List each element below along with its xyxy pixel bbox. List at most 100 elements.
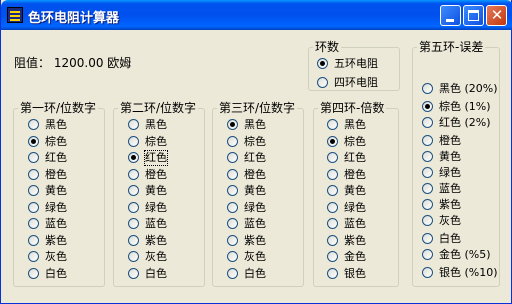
option-label: 棕色 xyxy=(145,135,167,148)
radio-button-icon[interactable] xyxy=(227,119,238,130)
option-label: 黄色 xyxy=(45,184,67,197)
radio-button-icon[interactable] xyxy=(327,169,338,180)
option-label: 黑色 xyxy=(145,118,167,131)
radio-button-icon[interactable] xyxy=(327,235,338,246)
option-label: 灰色 xyxy=(439,214,461,227)
radio-button-icon[interactable] xyxy=(28,251,39,262)
radio-button-icon[interactable] xyxy=(128,202,139,213)
close-button[interactable]: ✕ xyxy=(486,5,507,26)
radio-button-icon[interactable] xyxy=(422,199,433,210)
app-window: 色环电阻计算器 ✕ 阻值： 1200.00 欧姆 环数 第一环/位数字 第二环/… xyxy=(0,0,512,304)
radio-button-icon[interactable] xyxy=(28,136,39,147)
option-label: 橙色 xyxy=(439,134,461,147)
option-label: 橙色 xyxy=(344,168,366,181)
radio-button-icon[interactable] xyxy=(128,185,139,196)
option-label: 棕色 xyxy=(244,135,266,148)
option-label: 白色 xyxy=(244,267,266,280)
resistance-label: 阻值： xyxy=(14,56,51,70)
option-label: 黑色 (20%) xyxy=(439,82,498,95)
option-label: 橙色 xyxy=(244,168,266,181)
option-label: 蓝色 xyxy=(439,182,461,195)
radio-button-icon[interactable] xyxy=(327,202,338,213)
radio-button-icon[interactable] xyxy=(128,136,139,147)
radio-button-icon[interactable] xyxy=(422,167,433,178)
radio-button-icon[interactable] xyxy=(128,251,139,262)
radio-button-icon[interactable] xyxy=(28,119,39,130)
radio-button-icon[interactable] xyxy=(422,135,433,146)
radio-button-icon[interactable] xyxy=(422,101,433,112)
radio-button-icon[interactable] xyxy=(327,185,338,196)
option-label: 黄色 xyxy=(244,184,266,197)
window-title: 色环电阻计算器 xyxy=(28,11,120,26)
option-label: 黄色 xyxy=(145,184,167,197)
radio-button-icon[interactable] xyxy=(128,152,139,163)
band5-legend: 第五环-误差 xyxy=(419,40,484,54)
maximize-button[interactable] xyxy=(463,5,484,26)
radio-button-icon[interactable] xyxy=(28,218,39,229)
radio-button-icon[interactable] xyxy=(422,249,433,260)
option-label: 紫色 xyxy=(244,234,266,247)
radio-button-icon[interactable] xyxy=(227,169,238,180)
radio-button-icon[interactable] xyxy=(317,58,328,69)
radio-button-icon[interactable] xyxy=(28,202,39,213)
radio-button-icon[interactable] xyxy=(28,152,39,163)
option-label: 白色 xyxy=(145,267,167,280)
radio-button-icon[interactable] xyxy=(327,152,338,163)
band3-legend: 第三环/位数字 xyxy=(219,101,296,115)
radio-button-icon[interactable] xyxy=(422,215,433,226)
minimize-button[interactable] xyxy=(440,5,461,26)
radio-button-icon[interactable] xyxy=(28,268,39,279)
radio-button-icon[interactable] xyxy=(128,268,139,279)
radio-button-icon[interactable] xyxy=(28,169,39,180)
radio-button-icon[interactable] xyxy=(317,77,328,88)
option-label: 蓝色 xyxy=(145,217,167,230)
radio-button-icon[interactable] xyxy=(227,185,238,196)
radio-button-icon[interactable] xyxy=(422,117,433,128)
radio-button-icon[interactable] xyxy=(327,136,338,147)
option-label: 棕色 xyxy=(344,135,366,148)
radio-button-icon[interactable] xyxy=(28,235,39,246)
resistance-unit: 欧姆 xyxy=(107,56,132,70)
option-label: 金色 xyxy=(344,250,366,263)
close-icon: ✕ xyxy=(490,6,504,24)
option-label: 黑色 xyxy=(45,118,67,131)
radio-button-icon[interactable] xyxy=(327,268,338,279)
radio-button-icon[interactable] xyxy=(422,233,433,244)
radio-button-icon[interactable] xyxy=(327,251,338,262)
radio-button-icon[interactable] xyxy=(128,218,139,229)
radio-button-icon[interactable] xyxy=(227,251,238,262)
radio-button-icon[interactable] xyxy=(422,151,433,162)
radio-button-icon[interactable] xyxy=(128,169,139,180)
option-label: 黑色 xyxy=(244,118,266,131)
radio-button-icon[interactable] xyxy=(422,183,433,194)
radio-button-icon[interactable] xyxy=(227,152,238,163)
title-bar[interactable]: 色环电阻计算器 ✕ xyxy=(1,0,512,30)
option-label: 红色 xyxy=(144,150,168,166)
radio-button-icon[interactable] xyxy=(327,218,338,229)
radio-button-icon[interactable] xyxy=(28,185,39,196)
radio-button-icon[interactable] xyxy=(227,202,238,213)
option-label: 灰色 xyxy=(45,250,67,263)
option-label: 红色 (2%) xyxy=(439,116,491,129)
band1-legend: 第一环/位数字 xyxy=(20,101,97,115)
radio-button-icon[interactable] xyxy=(227,268,238,279)
radio-button-icon[interactable] xyxy=(327,119,338,130)
option-label: 金色 (%5) xyxy=(439,248,491,261)
option-label: 绿色 xyxy=(344,201,366,214)
resistance-readout: 阻值： 1200.00 欧姆 xyxy=(14,54,131,71)
radio-button-icon[interactable] xyxy=(422,267,433,278)
radio-button-icon[interactable] xyxy=(128,235,139,246)
option-label: 棕色 (1%) xyxy=(439,100,491,113)
app-icon xyxy=(7,7,23,23)
option-label: 黄色 xyxy=(344,184,366,197)
band2-legend: 第二环/位数字 xyxy=(120,101,197,115)
maximize-icon xyxy=(468,10,479,21)
radio-button-icon[interactable] xyxy=(128,119,139,130)
radio-button-icon[interactable] xyxy=(227,235,238,246)
radio-button-icon[interactable] xyxy=(422,83,433,94)
option-label: 白色 xyxy=(439,232,461,245)
option-label: 紫色 xyxy=(45,234,67,247)
option-label: 蓝色 xyxy=(45,217,67,230)
radio-button-icon[interactable] xyxy=(227,218,238,229)
radio-button-icon[interactable] xyxy=(227,136,238,147)
